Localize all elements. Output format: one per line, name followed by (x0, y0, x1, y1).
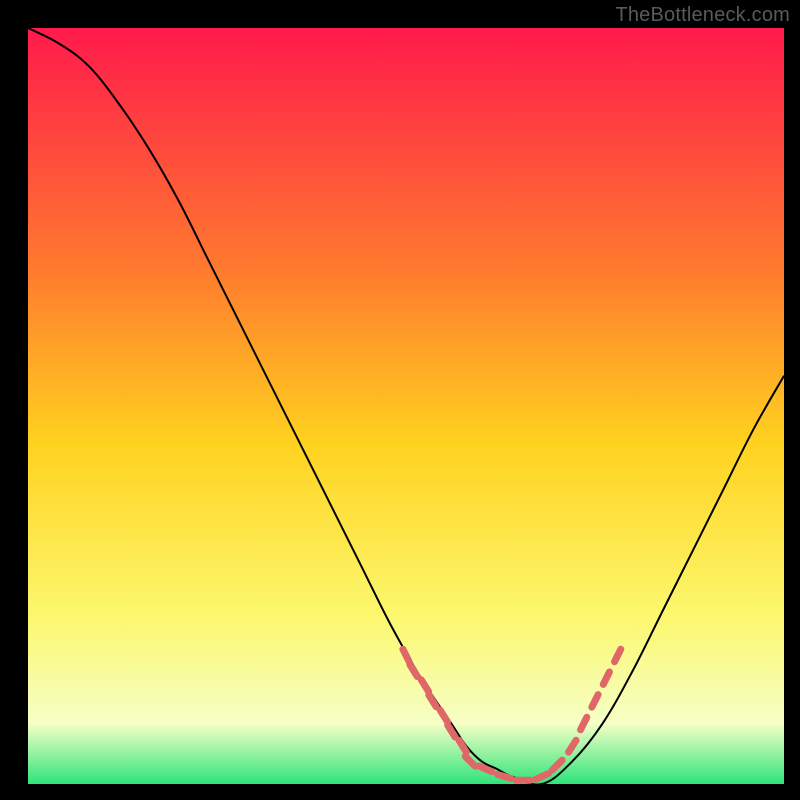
highlight-dash (498, 774, 511, 778)
bottleneck-chart (28, 28, 784, 784)
plot-area (28, 28, 784, 784)
chart-frame: TheBottleneck.com (0, 0, 800, 800)
watermark-text: TheBottleneck.com (615, 4, 790, 27)
gradient-background (28, 28, 784, 784)
